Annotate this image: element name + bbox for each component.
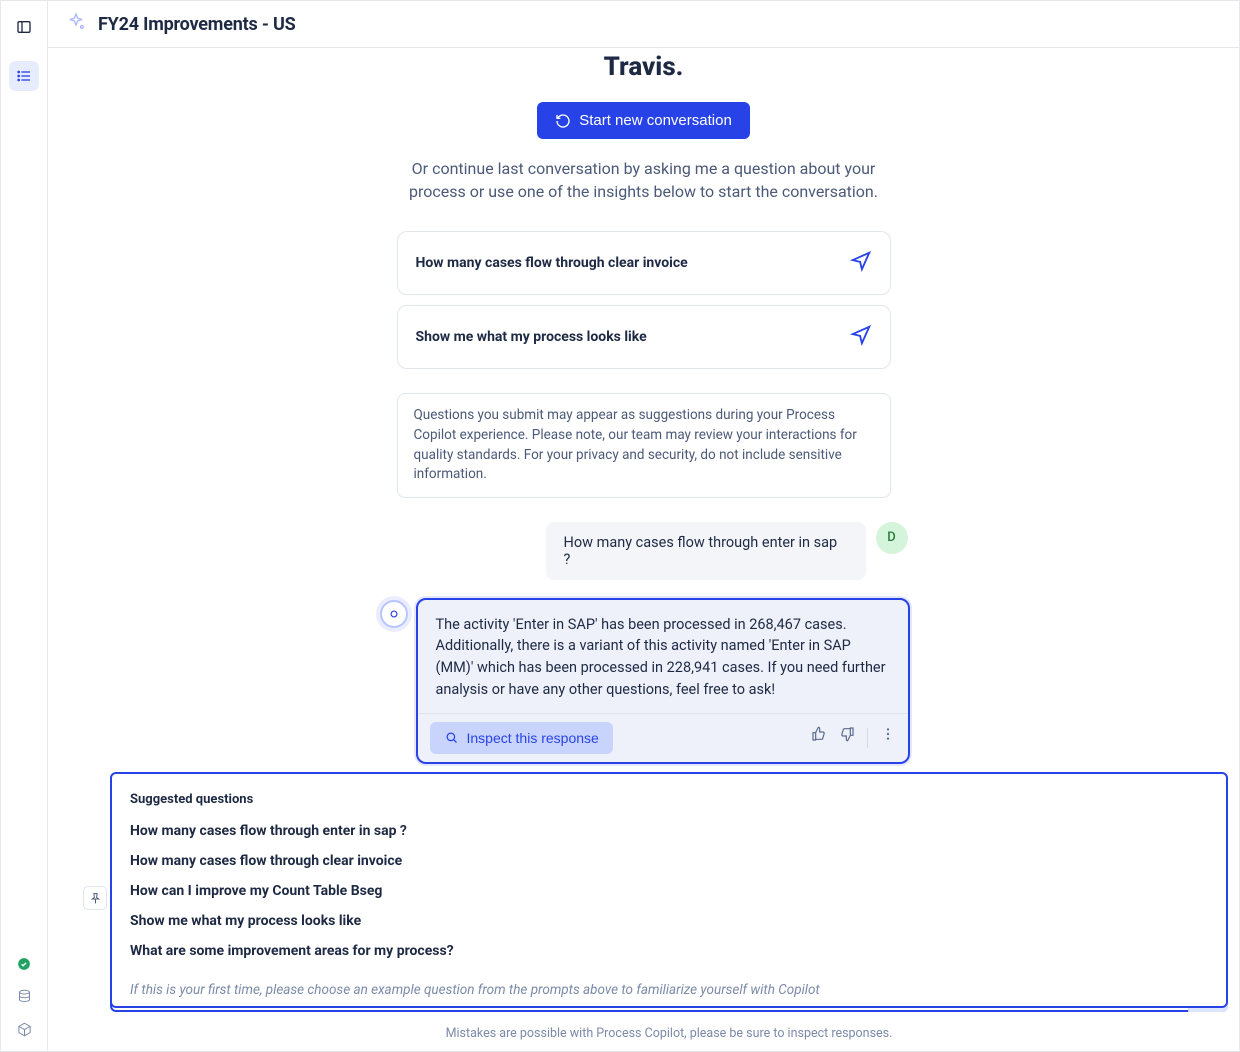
pin-icon[interactable] bbox=[83, 886, 107, 910]
thumbs-up-icon[interactable] bbox=[811, 726, 827, 749]
footer-disclaimer: Mistakes are possible with Process Copil… bbox=[110, 1026, 1228, 1041]
suggested-question-1[interactable]: How many cases flow through clear invoic… bbox=[130, 853, 1208, 869]
page-title: FY24 Improvements - US bbox=[98, 14, 296, 35]
sparkle-icon bbox=[66, 12, 86, 36]
prompt-label: How many cases flow through clear invoic… bbox=[416, 255, 688, 271]
ai-response-toolbar: Inspect this response bbox=[418, 713, 908, 762]
user-message-bubble: How many cases flow through enter in sap… bbox=[546, 522, 866, 580]
prompt-card-0[interactable]: How many cases flow through clear invoic… bbox=[397, 231, 891, 295]
database-icon[interactable] bbox=[17, 989, 32, 1008]
refresh-icon bbox=[555, 113, 571, 129]
suggested-question-4[interactable]: What are some improvement areas for my p… bbox=[130, 943, 1208, 959]
inspect-icon bbox=[444, 730, 459, 745]
more-vert-icon[interactable] bbox=[880, 726, 896, 749]
input-placeholder-preview: If this is your first time, please choos… bbox=[130, 973, 1208, 998]
user-message-row: How many cases flow through enter in sap… bbox=[380, 522, 908, 580]
cube-icon[interactable] bbox=[17, 1022, 32, 1041]
prompt-card-1[interactable]: Show me what my process looks like bbox=[397, 305, 891, 369]
nav-list-icon[interactable] bbox=[9, 61, 39, 91]
ai-response-1: The activity 'Enter in SAP' has been pro… bbox=[418, 600, 908, 762]
send-icon bbox=[850, 324, 872, 350]
page-header: FY24 Improvements - US bbox=[48, 1, 1239, 48]
start-conversation-button[interactable]: Start new conversation bbox=[537, 102, 750, 139]
thumbs-down-icon[interactable] bbox=[839, 726, 855, 749]
inspect-label: Inspect this response bbox=[467, 730, 599, 746]
prompt-label: Show me what my process looks like bbox=[416, 329, 647, 345]
ai-message-row: The activity 'Enter in SAP' has been pro… bbox=[380, 600, 908, 762]
intro-text: Or continue last conversation by asking … bbox=[384, 157, 904, 203]
disclaimer-box: Questions you submit may appear as sugge… bbox=[397, 393, 891, 497]
user-avatar: D bbox=[876, 522, 908, 554]
inspect-response-button[interactable]: Inspect this response bbox=[430, 722, 613, 754]
divider bbox=[867, 728, 868, 748]
suggested-question-3[interactable]: Show me what my process looks like bbox=[130, 913, 1208, 929]
ai-response-text: The activity 'Enter in SAP' has been pro… bbox=[418, 600, 908, 713]
ai-avatar-icon bbox=[380, 600, 408, 628]
greeting-name: Travis. bbox=[344, 52, 944, 82]
panel-toggle-icon[interactable] bbox=[16, 19, 32, 39]
status-ok-icon bbox=[17, 956, 31, 975]
start-conversation-label: Start new conversation bbox=[579, 112, 732, 129]
send-icon bbox=[850, 250, 872, 276]
suggested-question-2[interactable]: How can I improve my Count Table Bseg bbox=[130, 883, 1208, 899]
suggested-question-0[interactable]: How many cases flow through enter in sap… bbox=[130, 823, 1208, 839]
suggested-heading: Suggested questions bbox=[130, 792, 1208, 807]
sidebar-nav bbox=[1, 1, 48, 1051]
suggested-questions-panel: Suggested questions How many cases flow … bbox=[110, 772, 1228, 1008]
